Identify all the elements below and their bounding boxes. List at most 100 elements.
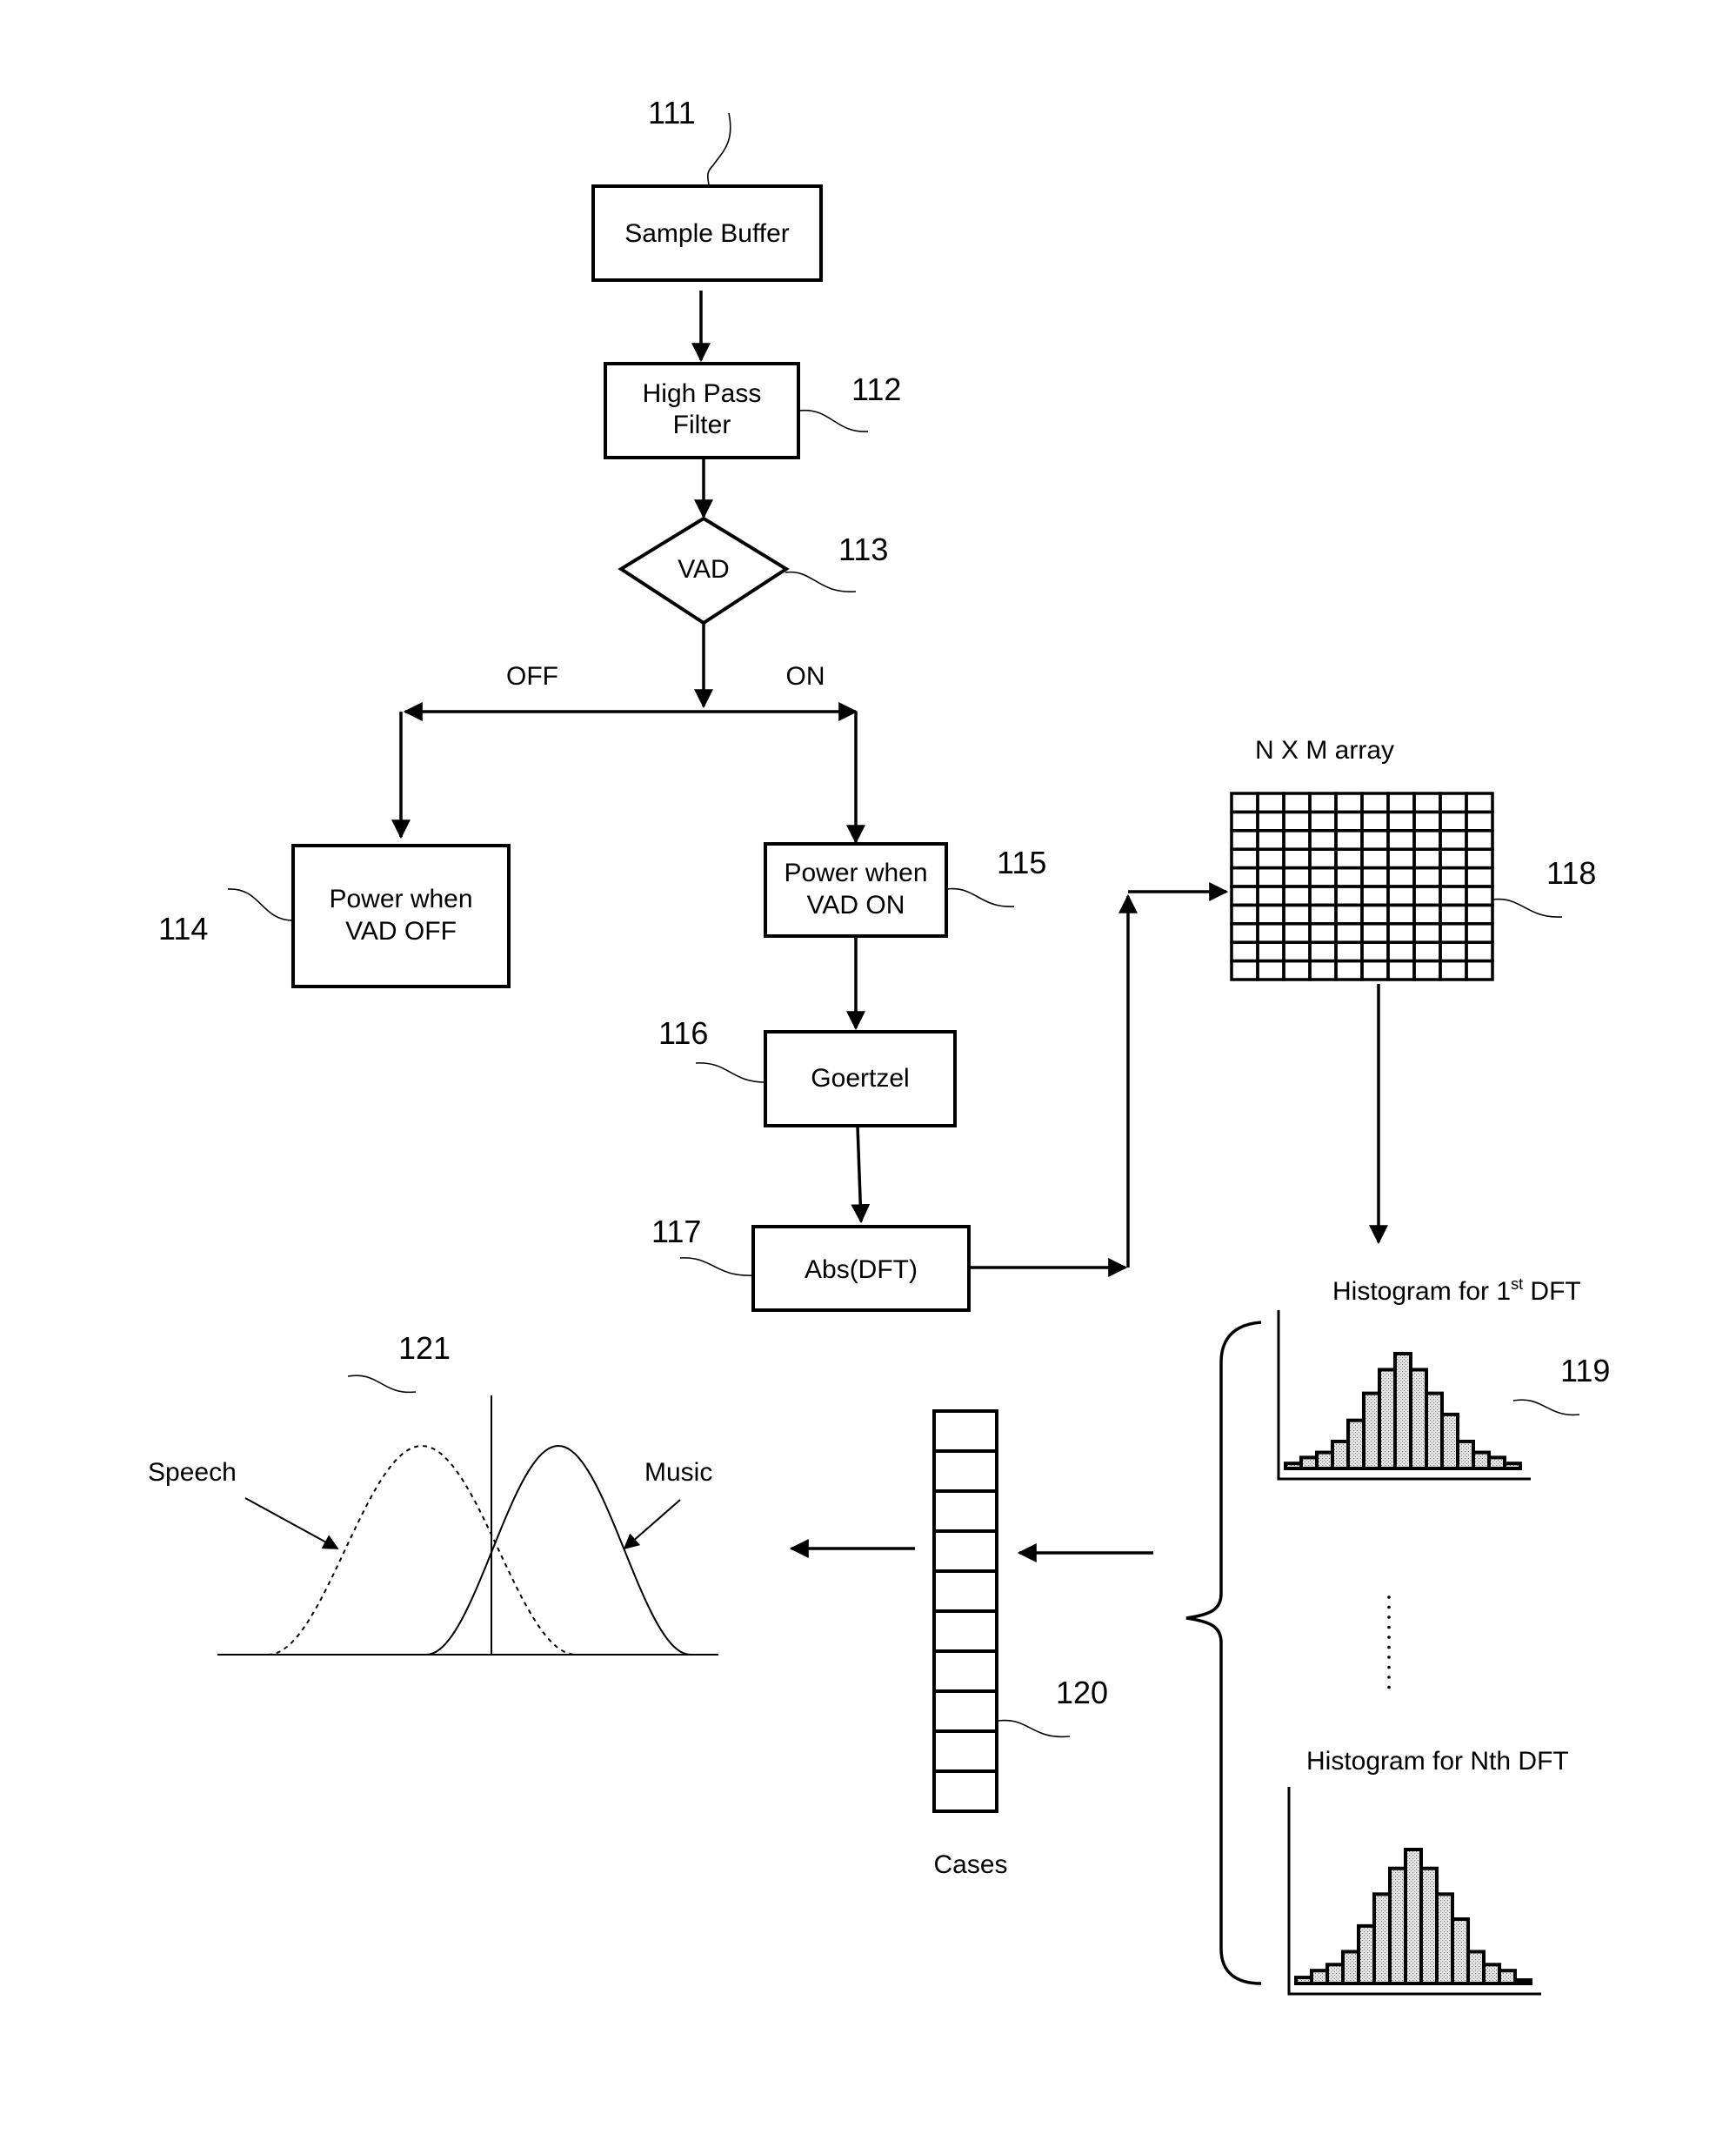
array-cell: [1334, 922, 1364, 944]
array-cell: [1439, 792, 1468, 814]
hpf-label-line1: High Pass: [643, 379, 762, 408]
array-cell: [1386, 940, 1416, 963]
histogram-bar: [1482, 1963, 1501, 1985]
leader-115: [945, 887, 1015, 907]
hpf-label-line2: Filter: [673, 411, 731, 439]
array-cell: [1439, 829, 1468, 851]
array-cell: [1308, 829, 1338, 851]
nxm-array-title: N X M array: [1255, 736, 1394, 765]
histogram-bar: [1440, 1412, 1459, 1470]
histograms-group: Histogram for 1st DFT 119 Histogram for …: [1185, 1275, 1610, 1996]
array-cell: [1334, 959, 1364, 981]
histogram-bar: [1325, 1963, 1345, 1985]
array-cell: [1439, 959, 1468, 981]
sample-buffer-node: 111 Sample Buffer: [591, 95, 823, 282]
histogram-bar: [1472, 1450, 1491, 1471]
array-cell: [1334, 810, 1364, 833]
array-cell: [1360, 829, 1390, 851]
array-cell: [1308, 940, 1338, 963]
sample-buffer-label: Sample Buffer: [624, 219, 790, 248]
histogram-bar: [1357, 1923, 1376, 1985]
array-cell: [1256, 885, 1285, 907]
array-cell: [1282, 922, 1312, 944]
array-cell: [1412, 885, 1442, 907]
leader-113: [785, 571, 857, 592]
array-cell: [1360, 903, 1390, 926]
array-cell: [1386, 866, 1416, 888]
array-cell: [1282, 903, 1312, 926]
array-cell: [1308, 792, 1338, 814]
array-cell: [1465, 829, 1494, 851]
array-cell: [1256, 792, 1285, 814]
array-cell: [1412, 959, 1442, 981]
array-cell: [1282, 866, 1312, 888]
ref-117: 117: [651, 1214, 701, 1249]
ellipsis-dot: [1387, 1656, 1391, 1659]
branch-off-label: OFF: [506, 662, 558, 691]
histogram-bar: [1498, 1969, 1517, 1986]
array-cell: [1360, 940, 1390, 963]
ref-119: 119: [1560, 1353, 1610, 1388]
array-cell: [1308, 922, 1338, 944]
ellipsis-dots: [1387, 1595, 1391, 1689]
leader-119: [1512, 1399, 1580, 1416]
histogram-bar: [1315, 1450, 1334, 1471]
array-cell: [1465, 866, 1494, 888]
array-cell: [1308, 885, 1338, 907]
histogram-bar: [1466, 1950, 1486, 1986]
array-cell: [1465, 959, 1494, 981]
array-cell: [1386, 885, 1416, 907]
array-cell: [1308, 959, 1338, 981]
histogram-bar: [1378, 1368, 1397, 1470]
array-cell: [1230, 922, 1259, 944]
array-cell: [1439, 922, 1468, 944]
array-cell: [1308, 866, 1338, 888]
array-cell: [1439, 940, 1468, 963]
array-cell: [1412, 940, 1442, 963]
array-cell: [1439, 810, 1468, 833]
array-cell: [1386, 903, 1416, 926]
cases-column: [932, 1409, 998, 1813]
histograms-brace: [1185, 1321, 1262, 1985]
array-cell: [1412, 792, 1442, 814]
leader-116: [695, 1062, 766, 1083]
leader-120: [998, 1719, 1071, 1738]
ref-114: 114: [158, 911, 208, 947]
case-cell: [932, 1489, 998, 1533]
array-cell: [1256, 959, 1285, 981]
array-cell: [1282, 810, 1312, 833]
array-cell: [1282, 885, 1312, 907]
histogram-bar: [1425, 1391, 1444, 1471]
leader-121: [347, 1375, 417, 1394]
array-cell: [1439, 847, 1468, 870]
ellipsis-dot: [1387, 1605, 1391, 1609]
histogram-nth-title: Histogram for Nth DFT: [1306, 1747, 1569, 1776]
power-vad-on-node: Power when VAD ON 115: [764, 842, 1046, 938]
array-cell: [1360, 885, 1390, 907]
histogram-bar: [1372, 1892, 1392, 1985]
array-cell: [1412, 810, 1442, 833]
nxm-array-node: N X M array 118: [1230, 736, 1596, 981]
array-cell: [1334, 903, 1364, 926]
array-cell: [1439, 885, 1468, 907]
array-cell: [1334, 885, 1364, 907]
power-vad-off-box: [291, 844, 511, 988]
case-cell: [932, 1769, 998, 1813]
array-cell: [1230, 829, 1259, 851]
array-cell: [1334, 866, 1364, 888]
array-cell: [1256, 866, 1285, 888]
array-cell: [1282, 829, 1312, 851]
ellipsis-dot: [1387, 1636, 1391, 1639]
array-cell: [1334, 829, 1364, 851]
cases-node: 120 Cases: [932, 1409, 1108, 1879]
histogram-bar: [1513, 1978, 1532, 1985]
array-cell: [1230, 810, 1259, 833]
ellipsis-dot: [1387, 1616, 1391, 1619]
array-cell: [1465, 903, 1494, 926]
arrow-116-117: [851, 1125, 871, 1224]
histogram-bar: [1419, 1866, 1439, 1986]
histogram-bar: [1435, 1892, 1454, 1985]
ref-115: 115: [997, 845, 1046, 880]
ref-121: 121: [398, 1330, 451, 1366]
array-cell: [1282, 940, 1312, 963]
